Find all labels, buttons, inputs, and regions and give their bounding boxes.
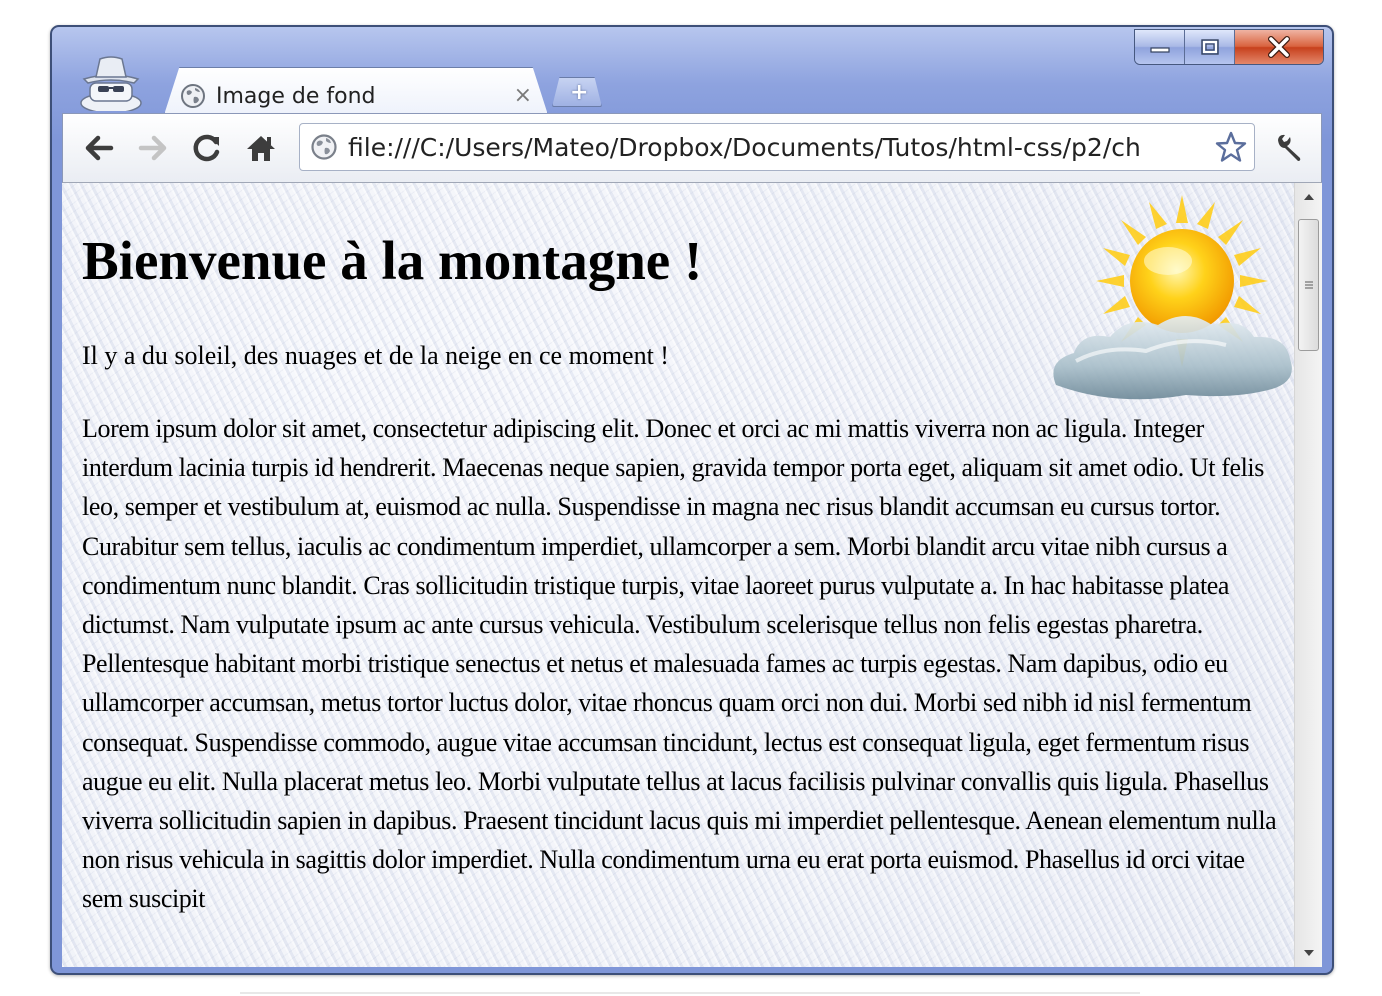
tab-content: Image de fond ×: [178, 77, 538, 115]
browser-window: Image de fond × + file:///C:/Users/Mateo…: [50, 25, 1334, 975]
incognito-icon: [76, 53, 146, 114]
url-text[interactable]: file:///C:/Users/Mateo/Dropbox/Documents…: [348, 133, 1214, 162]
forward-arrow-icon: [138, 135, 167, 161]
back-arrow-icon: [85, 135, 114, 161]
forward-button[interactable]: [131, 126, 175, 170]
page-viewport: Bienvenue à la montagne ! Il y a du sole…: [62, 183, 1322, 967]
back-button[interactable]: [77, 126, 121, 170]
toolbar: file:///C:/Users/Mateo/Dropbox/Documents…: [62, 113, 1322, 183]
maximize-icon: [1200, 39, 1219, 55]
close-icon: [1268, 36, 1290, 58]
reload-button[interactable]: [185, 126, 229, 170]
address-bar[interactable]: file:///C:/Users/Mateo/Dropbox/Documents…: [299, 123, 1255, 171]
divider: [240, 992, 1140, 994]
plus-icon: +: [570, 80, 589, 105]
minimize-icon: [1149, 47, 1170, 53]
page-body: Bienvenue à la montagne ! Il y a du sole…: [62, 183, 1294, 967]
lorem-paragraph: Lorem ipsum dolor sit amet, consectetur …: [82, 414, 1277, 914]
page-heading: Bienvenue à la montagne !: [82, 230, 703, 291]
scrollbar-thumb[interactable]: [1298, 219, 1319, 351]
scroll-up-button[interactable]: [1295, 183, 1322, 211]
sun-cloud-icon: [1053, 195, 1292, 400]
home-icon: [247, 136, 275, 161]
maximize-button[interactable]: [1185, 30, 1235, 64]
scroll-down-button[interactable]: [1295, 939, 1322, 967]
wrench-icon: [1278, 134, 1301, 161]
globe-icon: [311, 134, 337, 160]
tab-title: Image de fond: [216, 83, 376, 109]
close-window-button[interactable]: [1235, 30, 1323, 64]
window-controls: [1134, 29, 1324, 65]
minimize-button[interactable]: [1135, 30, 1185, 64]
star-icon: [1215, 131, 1247, 162]
home-button[interactable]: [239, 126, 283, 170]
vertical-scrollbar[interactable]: [1294, 183, 1322, 967]
chevron-up-icon: [1304, 194, 1314, 200]
bookmark-star-button[interactable]: [1214, 131, 1248, 163]
wrench-menu-button[interactable]: [1267, 126, 1311, 170]
globe-icon: [181, 84, 205, 108]
chevron-down-icon: [1304, 950, 1314, 956]
reload-icon: [193, 134, 220, 162]
new-tab-button[interactable]: +: [552, 77, 602, 107]
grip-icon: [1304, 281, 1313, 289]
tab-close-button[interactable]: ×: [514, 83, 532, 108]
